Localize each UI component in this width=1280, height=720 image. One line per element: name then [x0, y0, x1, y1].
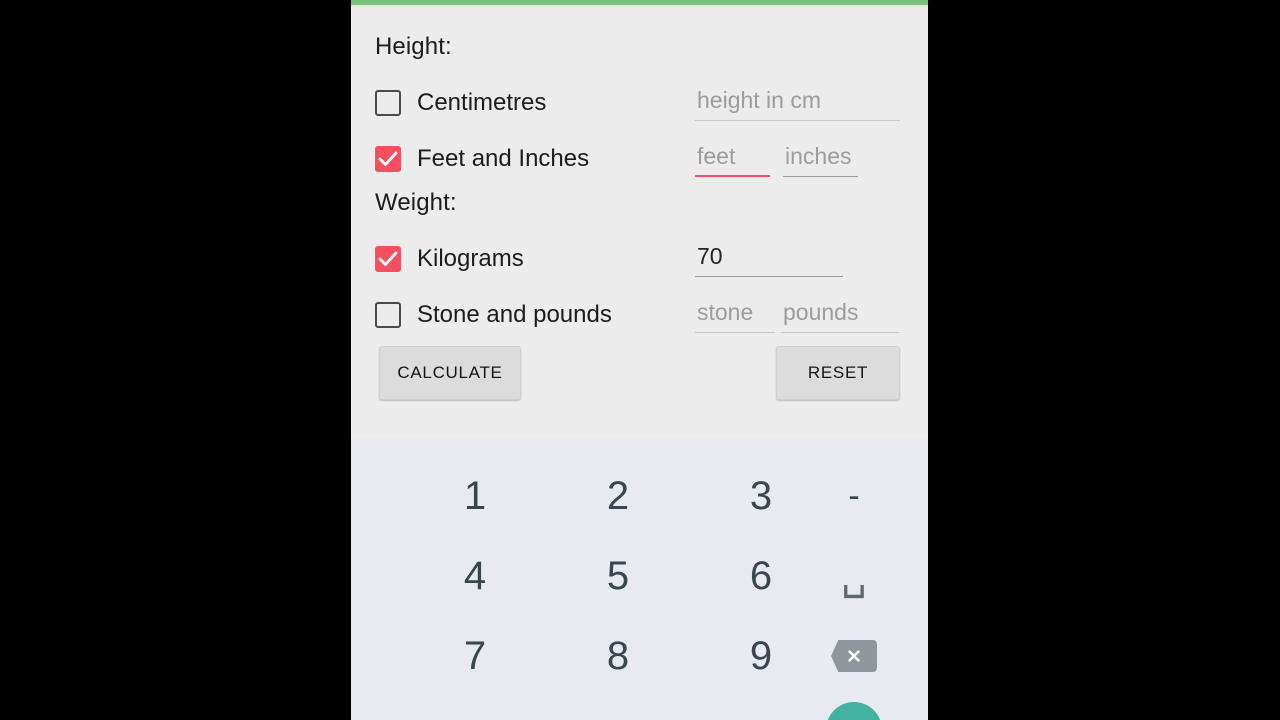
stone-input[interactable]	[695, 299, 775, 333]
option-label-stone-pounds: Stone and pounds	[417, 301, 612, 328]
key-5[interactable]: 5	[568, 536, 668, 616]
key-2[interactable]: 2	[568, 456, 668, 536]
key-dash[interactable]: -	[804, 456, 904, 536]
key-9[interactable]: 9	[711, 616, 811, 696]
key-0[interactable]: 0	[568, 696, 668, 720]
key-7[interactable]: 7	[425, 616, 525, 696]
key-6[interactable]: 6	[711, 536, 811, 616]
option-row-centimetres[interactable]: Centimetres	[375, 80, 546, 126]
option-label-kilograms: Kilograms	[417, 245, 524, 272]
height-section-label: Height:	[375, 33, 452, 60]
backspace-icon	[831, 640, 877, 672]
enter-icon	[826, 702, 882, 720]
key-space[interactable]: ␣	[804, 536, 904, 616]
key-enter[interactable]	[804, 690, 904, 720]
checkbox-stone-pounds[interactable]	[375, 302, 401, 328]
weight-section-label: Weight:	[375, 189, 457, 216]
phone-screen: Height: Centimetres Feet and Inches Weig…	[351, 0, 928, 720]
height-cm-input[interactable]	[695, 87, 900, 121]
option-label-feet-inches: Feet and Inches	[417, 145, 590, 172]
check-icon	[378, 251, 398, 266]
option-row-stone-pounds[interactable]: Stone and pounds	[375, 292, 612, 338]
checkbox-centimetres[interactable]	[375, 90, 401, 116]
key-backspace[interactable]	[804, 616, 904, 696]
option-row-feet-inches[interactable]: Feet and Inches	[375, 136, 589, 182]
check-icon	[378, 151, 398, 166]
option-label-centimetres: Centimetres	[417, 89, 547, 116]
key-1[interactable]: 1	[425, 456, 525, 536]
numeric-keyboard: 1 2 3 - 4 5 6 ␣ 7 8 9 0	[351, 438, 928, 720]
close-x-icon	[848, 650, 860, 662]
option-row-kilograms[interactable]: Kilograms	[375, 236, 524, 282]
checkbox-kilograms[interactable]	[375, 246, 401, 272]
inches-input[interactable]	[783, 143, 858, 177]
tab-arrow-icon	[839, 715, 869, 720]
kilograms-input[interactable]	[695, 243, 843, 277]
bmi-form: Height: Centimetres Feet and Inches Weig…	[351, 9, 928, 438]
feet-input[interactable]	[695, 143, 770, 177]
key-3[interactable]: 3	[711, 456, 811, 536]
key-4[interactable]: 4	[425, 536, 525, 616]
checkbox-feet-inches[interactable]	[375, 146, 401, 172]
key-8[interactable]: 8	[568, 616, 668, 696]
reset-button[interactable]: RESET	[776, 346, 900, 400]
calculate-button[interactable]: CALCULATE	[379, 346, 521, 400]
pounds-input[interactable]	[781, 299, 899, 333]
